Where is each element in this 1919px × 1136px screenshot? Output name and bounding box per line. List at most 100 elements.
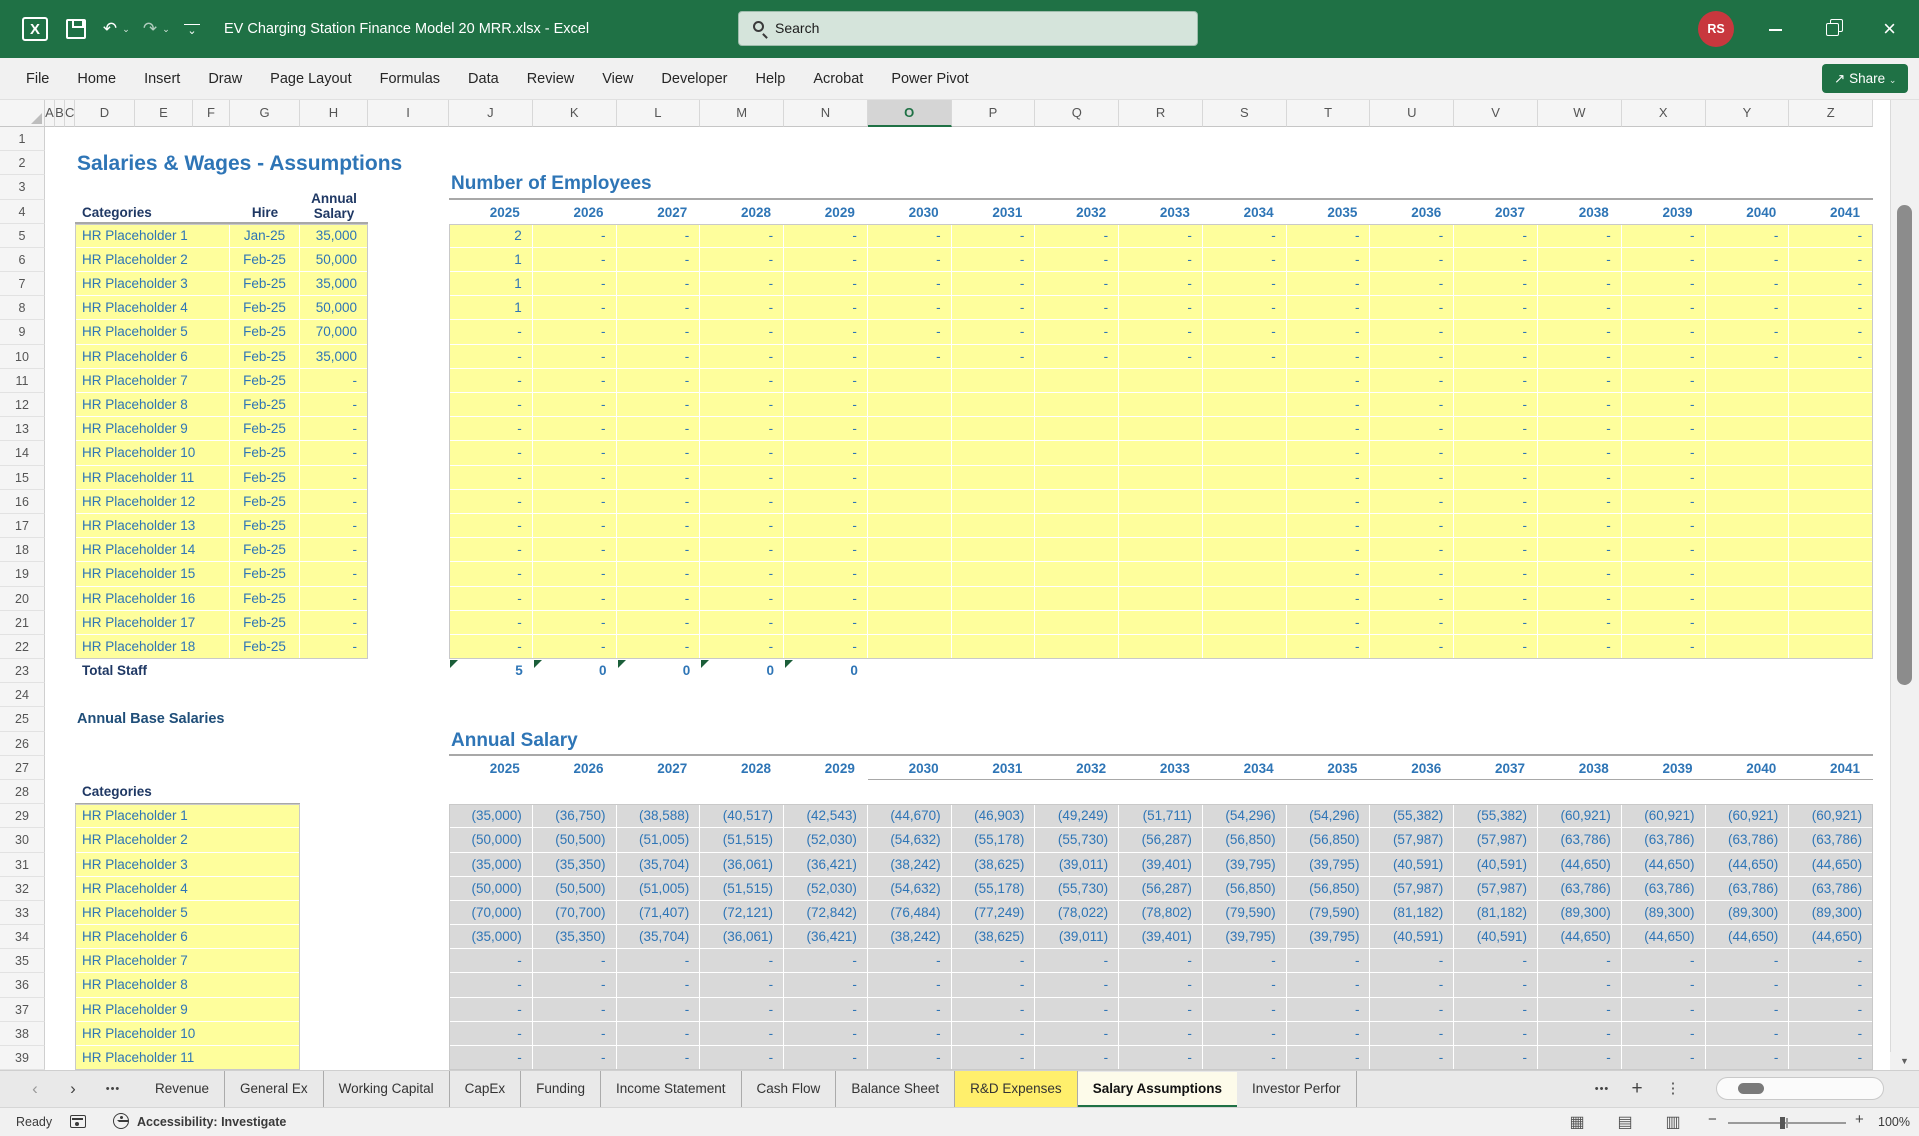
employees-cell[interactable] bbox=[1705, 465, 1790, 490]
total-staff-value[interactable]: 5 bbox=[449, 659, 533, 683]
employees-cell[interactable] bbox=[951, 610, 1036, 635]
hire-cell[interactable]: Feb-25 bbox=[230, 441, 300, 466]
salary-cell[interactable]: - bbox=[300, 441, 368, 466]
employees-cell[interactable]: - bbox=[1370, 634, 1455, 660]
employees-cell[interactable]: - bbox=[784, 344, 868, 369]
table-row[interactable]: HR Placeholder 11 bbox=[75, 465, 230, 490]
employees-cell[interactable]: - bbox=[1119, 272, 1203, 297]
employees-cell[interactable]: - bbox=[532, 296, 617, 321]
employees-cell[interactable]: - bbox=[1370, 586, 1455, 611]
employees-cell[interactable] bbox=[1789, 393, 1874, 418]
annual-salary-cell[interactable]: (60,921) bbox=[1705, 804, 1790, 829]
menu-tab-developer[interactable]: Developer bbox=[647, 58, 741, 100]
row-header-10[interactable]: 10 bbox=[0, 344, 45, 369]
table-row[interactable]: HR Placeholder 13 bbox=[75, 513, 230, 539]
annual-salary-cell[interactable]: (72,842) bbox=[784, 900, 868, 926]
sheet-tab-revenue[interactable]: Revenue bbox=[140, 1071, 226, 1107]
employees-cell[interactable]: - bbox=[616, 634, 701, 660]
annual-salary-cell[interactable]: (39,011) bbox=[1035, 925, 1120, 950]
total-staff-value[interactable]: 0 bbox=[700, 659, 784, 683]
annual-salary-cell[interactable]: (44,650) bbox=[1705, 852, 1790, 877]
salary-cell[interactable]: 35,000 bbox=[300, 223, 368, 248]
annual-salary-cell[interactable]: (35,000) bbox=[449, 852, 533, 877]
annual-salary-cell[interactable]: (44,650) bbox=[1538, 925, 1622, 950]
employees-cell[interactable]: - bbox=[784, 634, 868, 660]
column-header-S[interactable]: S bbox=[1202, 100, 1287, 127]
annual-salary-cell[interactable]: - bbox=[1202, 1021, 1287, 1047]
employees-cell[interactable]: - bbox=[1621, 223, 1706, 248]
salary-cell[interactable]: - bbox=[300, 586, 368, 611]
hire-cell[interactable]: Feb-25 bbox=[230, 465, 300, 490]
employees-cell[interactable]: - bbox=[1621, 538, 1706, 563]
employees-cell[interactable] bbox=[867, 417, 952, 442]
annual-salary-cell[interactable]: (40,591) bbox=[1454, 852, 1538, 877]
employees-cell[interactable] bbox=[1789, 634, 1874, 660]
annual-salary-cell[interactable]: (63,786) bbox=[1538, 828, 1622, 853]
annual-salary-cell[interactable]: (52,030) bbox=[784, 876, 868, 901]
employees-cell[interactable]: - bbox=[1370, 223, 1455, 248]
hire-cell[interactable]: Feb-25 bbox=[230, 634, 300, 660]
vertical-scrollbar[interactable] bbox=[1890, 100, 1919, 1070]
employees-cell[interactable]: - bbox=[532, 320, 617, 345]
employees-cell[interactable]: - bbox=[1370, 393, 1455, 418]
row-header-39[interactable]: 39 bbox=[0, 1046, 45, 1071]
row-header-17[interactable]: 17 bbox=[0, 513, 45, 539]
employees-cell[interactable]: - bbox=[1370, 296, 1455, 321]
column-header-I[interactable]: I bbox=[368, 100, 449, 127]
row-header-25[interactable]: 25 bbox=[0, 707, 45, 732]
employees-cell[interactable]: - bbox=[1119, 296, 1203, 321]
search-input[interactable]: Search bbox=[738, 11, 1198, 46]
annual-salary-cell[interactable]: (78,802) bbox=[1119, 900, 1203, 926]
salary-cell[interactable]: 35,000 bbox=[300, 272, 368, 297]
employees-cell[interactable]: - bbox=[532, 417, 617, 442]
employees-cell[interactable] bbox=[1789, 513, 1874, 539]
employees-cell[interactable]: - bbox=[449, 538, 533, 563]
employees-cell[interactable]: - bbox=[1286, 586, 1371, 611]
employees-cell[interactable]: - bbox=[784, 465, 868, 490]
employees-cell[interactable]: - bbox=[867, 344, 952, 369]
sheet-tab-salary-assumptions[interactable]: Salary Assumptions bbox=[1077, 1072, 1237, 1108]
hire-cell[interactable]: Feb-25 bbox=[230, 610, 300, 635]
annual-salary-cell[interactable]: (63,786) bbox=[1538, 876, 1622, 901]
annual-salary-cell[interactable]: - bbox=[616, 1021, 701, 1047]
employees-cell[interactable]: - bbox=[1538, 562, 1622, 587]
total-staff-value[interactable]: 0 bbox=[617, 659, 701, 683]
employees-cell[interactable]: 1 bbox=[449, 272, 533, 297]
row-header-38[interactable]: 38 bbox=[0, 1021, 45, 1047]
annual-salary-cell[interactable]: (57,987) bbox=[1454, 828, 1538, 853]
employees-cell[interactable] bbox=[1705, 562, 1790, 587]
category-cell[interactable]: HR Placeholder 10 bbox=[75, 1021, 300, 1047]
employees-cell[interactable]: - bbox=[1538, 586, 1622, 611]
category-cell[interactable]: HR Placeholder 7 bbox=[75, 949, 300, 974]
annual-salary-cell[interactable]: (60,921) bbox=[1538, 804, 1622, 829]
row-header-11[interactable]: 11 bbox=[0, 368, 45, 394]
employees-cell[interactable]: - bbox=[784, 610, 868, 635]
employees-cell[interactable]: - bbox=[532, 344, 617, 369]
row-header-28[interactable]: 28 bbox=[0, 779, 45, 805]
annual-salary-cell[interactable]: - bbox=[700, 973, 785, 998]
employees-cell[interactable]: - bbox=[1538, 344, 1622, 369]
salary-cell[interactable]: - bbox=[300, 368, 368, 394]
row-header-37[interactable]: 37 bbox=[0, 997, 45, 1022]
employees-cell[interactable]: - bbox=[532, 465, 617, 490]
menu-tab-acrobat[interactable]: Acrobat bbox=[799, 58, 877, 100]
employees-cell[interactable]: - bbox=[1035, 320, 1120, 345]
annual-salary-cell[interactable]: (55,730) bbox=[1035, 876, 1120, 901]
annual-salary-cell[interactable]: (35,000) bbox=[449, 925, 533, 950]
annual-salary-cell[interactable]: (42,543) bbox=[784, 804, 868, 829]
employees-cell[interactable]: - bbox=[784, 538, 868, 563]
employees-cell[interactable]: - bbox=[449, 417, 533, 442]
employees-cell[interactable] bbox=[867, 441, 952, 466]
employees-cell[interactable] bbox=[951, 489, 1036, 514]
sheet-options-kebab[interactable]: ⋮ bbox=[1662, 1071, 1684, 1107]
scroll-down-arrow[interactable]: ▼ bbox=[1890, 1052, 1919, 1070]
annual-salary-cell[interactable]: - bbox=[700, 1021, 785, 1047]
employees-cell[interactable]: - bbox=[532, 538, 617, 563]
employees-cell[interactable] bbox=[1035, 513, 1120, 539]
annual-salary-cell[interactable]: - bbox=[1705, 997, 1790, 1022]
category-cell[interactable]: HR Placeholder 3 bbox=[75, 852, 300, 877]
annual-salary-cell[interactable]: (39,795) bbox=[1286, 852, 1371, 877]
hire-cell[interactable]: Feb-25 bbox=[230, 562, 300, 587]
employees-cell[interactable] bbox=[951, 586, 1036, 611]
employees-cell[interactable]: - bbox=[1035, 344, 1120, 369]
